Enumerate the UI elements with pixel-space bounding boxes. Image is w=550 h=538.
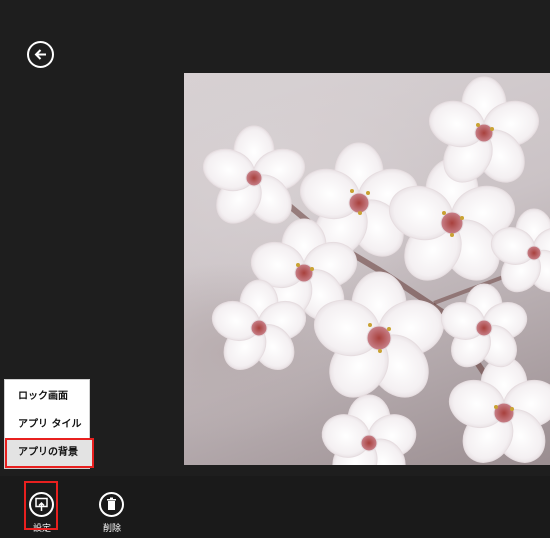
set-icon-circle	[29, 492, 54, 517]
menu-item-lock-screen[interactable]: ロック画面	[5, 384, 89, 410]
app-bar: 設定 削除	[0, 476, 550, 538]
photo-image	[203, 76, 550, 465]
set-as-icon	[35, 497, 48, 511]
trash-icon	[107, 497, 116, 510]
back-button[interactable]	[27, 41, 54, 68]
set-button[interactable]: 設定	[22, 480, 62, 534]
back-arrow-icon	[34, 49, 46, 60]
cherry-blossom-photo	[184, 73, 550, 465]
delete-button[interactable]: 削除	[92, 480, 132, 534]
set-as-menu: ロック画面 アプリ タイル アプリの背景	[5, 380, 94, 468]
delete-button-label: 削除	[102, 524, 121, 534]
menu-item-app-tile[interactable]: アプリ タイル	[5, 412, 89, 438]
photo-viewer-screen: ロック画面 アプリ タイル アプリの背景 設定 削除	[0, 0, 550, 538]
delete-icon-circle	[99, 492, 124, 517]
set-button-label: 設定	[32, 524, 51, 534]
menu-item-app-background[interactable]: アプリの背景	[5, 438, 94, 468]
